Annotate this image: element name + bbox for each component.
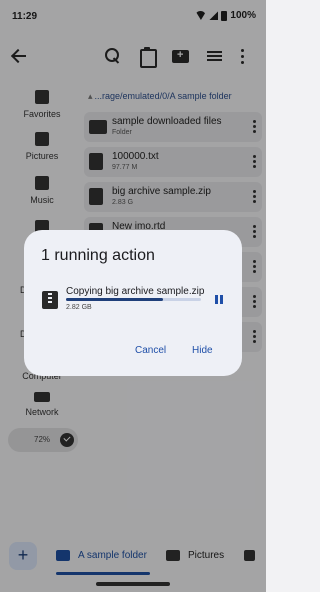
progress-bar bbox=[66, 298, 201, 301]
hide-button[interactable]: Hide bbox=[192, 345, 213, 356]
dialog-title: 1 running action bbox=[41, 247, 155, 264]
action-size: 2.82 GB bbox=[66, 304, 92, 311]
action-name: Copying big archive sample.zip bbox=[66, 286, 205, 297]
zip-file-icon bbox=[42, 291, 58, 309]
cancel-button[interactable]: Cancel bbox=[135, 345, 166, 356]
progress-fill bbox=[66, 298, 164, 301]
pause-icon[interactable] bbox=[213, 294, 225, 306]
running-actions-dialog: 1 running action Copying big archive sam… bbox=[24, 230, 242, 376]
